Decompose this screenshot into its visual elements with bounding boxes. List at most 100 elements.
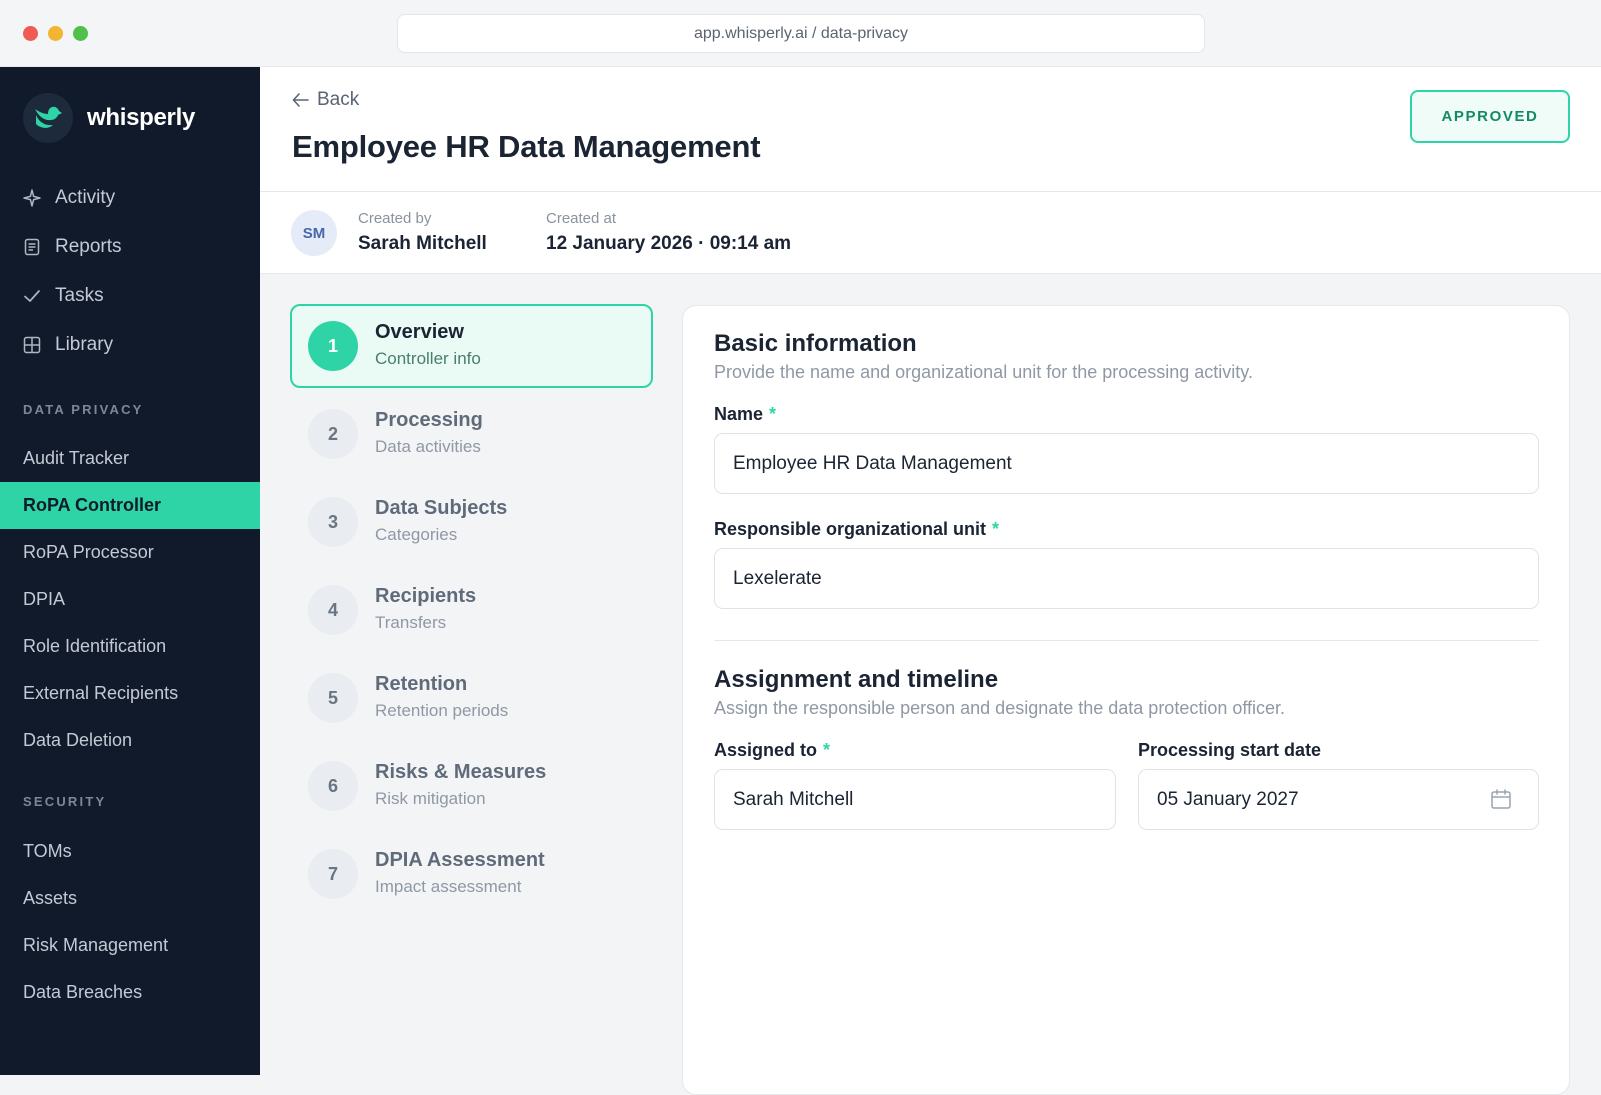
- required-marker: *: [992, 519, 1000, 539]
- sidebar-item-risk-management[interactable]: Risk Management: [0, 922, 260, 969]
- assigned-to-label: Assigned to *: [714, 740, 830, 761]
- name-label-text: Name: [714, 404, 764, 424]
- brand-logo[interactable]: whisperly: [23, 93, 195, 143]
- created-by-block: Created by Sarah Mitchell: [358, 210, 487, 255]
- minimize-window-dot[interactable]: [48, 26, 63, 41]
- nav-item-activity[interactable]: Activity: [0, 173, 260, 222]
- step-overview[interactable]: 1 Overview Controller info: [290, 304, 653, 388]
- nav-item-label: Activity: [55, 186, 116, 208]
- org-unit-input[interactable]: Lexelerate: [714, 548, 1539, 609]
- step-title: Overview: [375, 321, 464, 343]
- section-divider: [714, 640, 1539, 641]
- nav-item-reports[interactable]: Reports: [0, 222, 260, 271]
- step-subtitle: Risk mitigation: [375, 789, 486, 808]
- maximize-window-dot[interactable]: [73, 26, 88, 41]
- assigned-to-label-text: Assigned to: [714, 740, 818, 760]
- name-input[interactable]: Employee HR Data Management: [714, 433, 1539, 494]
- check-icon: [23, 287, 41, 305]
- step-title: Data Subjects: [375, 497, 508, 519]
- sidebar-item-role-identification[interactable]: Role Identification: [0, 623, 260, 670]
- browser-chrome: app.whisperly.ai / data-privacy: [0, 0, 1601, 67]
- back-label: Back: [317, 89, 360, 110]
- step-subtitle: Transfers: [375, 613, 447, 632]
- step-number: 3: [308, 497, 358, 547]
- name-label: Name *: [714, 404, 776, 425]
- sidebar: whisperly Activity Reports Tasks Library: [0, 67, 260, 1075]
- step-retention[interactable]: 5 Retention Retention periods: [290, 656, 653, 740]
- step-number: 1: [308, 321, 358, 371]
- step-number: 5: [308, 673, 358, 723]
- created-at-value: 12 January 2026 · 09:14 am: [546, 233, 792, 254]
- start-date-label: Processing start date: [1138, 740, 1322, 760]
- basic-info-subtitle: Provide the name and organizational unit…: [714, 362, 1253, 382]
- close-window-dot[interactable]: [23, 26, 38, 41]
- step-number: 2: [308, 409, 358, 459]
- start-date-value: 05 January 2027: [1157, 788, 1299, 810]
- basic-info-title: Basic information: [714, 330, 917, 357]
- sidebar-item-data-breaches[interactable]: Data Breaches: [0, 969, 260, 1016]
- step-navigation: 1 Overview Controller info 2 Processing …: [290, 304, 653, 920]
- assignment-title: Assignment and timeline: [714, 666, 999, 693]
- sidebar-item-external-recipients[interactable]: External Recipients: [0, 670, 260, 717]
- sidebar-item-data-deletion[interactable]: Data Deletion: [0, 717, 260, 764]
- security-nav: TOMs Assets Risk Management Data Breache…: [0, 828, 260, 1016]
- calendar-icon[interactable]: [1490, 788, 1512, 816]
- required-marker: *: [769, 404, 777, 424]
- step-subtitle: Retention periods: [375, 701, 509, 720]
- page-title: Employee HR Data Management: [292, 129, 761, 164]
- nav-item-label: Reports: [55, 235, 122, 257]
- sidebar-item-audit-tracker[interactable]: Audit Tracker: [0, 435, 260, 482]
- step-recipients[interactable]: 4 Recipients Transfers: [290, 568, 653, 652]
- step-title: Processing: [375, 409, 483, 431]
- arrow-left-icon: [292, 93, 309, 107]
- nav-item-tasks[interactable]: Tasks: [0, 271, 260, 320]
- step-processing[interactable]: 2 Processing Data activities: [290, 392, 653, 476]
- sidebar-item-dpia[interactable]: DPIA: [0, 576, 260, 623]
- document-icon: [23, 238, 41, 256]
- primary-nav: Activity Reports Tasks Library: [0, 173, 260, 369]
- step-risks-measures[interactable]: 6 Risks & Measures Risk mitigation: [290, 744, 653, 828]
- step-number: 7: [308, 849, 358, 899]
- created-by-label: Created by: [358, 210, 432, 227]
- step-subtitle: Impact assessment: [375, 877, 522, 896]
- nav-item-label: Library: [55, 333, 114, 355]
- step-number: 6: [308, 761, 358, 811]
- avatar: SM: [291, 210, 337, 256]
- sidebar-item-ropa-controller[interactable]: RoPA Controller: [0, 482, 260, 529]
- data-privacy-nav: Audit Tracker RoPA Controller RoPA Proce…: [0, 435, 260, 764]
- step-title: Retention: [375, 673, 468, 695]
- step-data-subjects[interactable]: 3 Data Subjects Categories: [290, 480, 653, 564]
- created-at-label: Created at: [546, 210, 617, 227]
- address-bar[interactable]: app.whisperly.ai / data-privacy: [397, 14, 1205, 53]
- form-card: Basic information Provide the name and o…: [682, 305, 1570, 1095]
- sidebar-item-assets[interactable]: Assets: [0, 875, 260, 922]
- section-label-security: SECURITY: [23, 794, 107, 809]
- page-header: Back Employee HR Data Management APPROVE…: [260, 67, 1601, 192]
- sidebar-item-ropa-processor[interactable]: RoPA Processor: [0, 529, 260, 576]
- status-badge: APPROVED: [1410, 90, 1570, 143]
- step-title: Risks & Measures: [375, 761, 547, 783]
- back-link[interactable]: Back: [292, 89, 359, 111]
- step-subtitle: Controller info: [375, 349, 481, 368]
- step-dpia-assessment[interactable]: 7 DPIA Assessment Impact assessment: [290, 832, 653, 916]
- step-subtitle: Data activities: [375, 437, 481, 456]
- start-date-input[interactable]: 05 January 2027: [1138, 769, 1539, 830]
- section-label-data-privacy: DATA PRIVACY: [23, 402, 144, 417]
- sidebar-item-toms[interactable]: TOMs: [0, 828, 260, 875]
- step-subtitle: Categories: [375, 525, 458, 544]
- sparkle-icon: [23, 188, 41, 207]
- record-meta: SM Created by Sarah Mitchell Created at …: [260, 192, 1601, 274]
- nav-item-library[interactable]: Library: [0, 320, 260, 369]
- created-by-value: Sarah Mitchell: [358, 233, 487, 254]
- brand-name: whisperly: [87, 104, 196, 131]
- step-number: 4: [308, 585, 358, 635]
- created-at-block: Created at 12 January 2026 · 09:14 am: [546, 210, 791, 255]
- step-title: DPIA Assessment: [375, 849, 545, 871]
- org-unit-label: Responsible organizational unit *: [714, 519, 999, 540]
- required-marker: *: [823, 740, 831, 760]
- org-unit-label-text: Responsible organizational unit: [714, 519, 987, 539]
- assignment-subtitle: Assign the responsible person and design…: [714, 698, 1286, 718]
- assigned-to-input[interactable]: Sarah Mitchell: [714, 769, 1116, 830]
- step-title: Recipients: [375, 585, 477, 607]
- grid-icon: [23, 336, 41, 354]
